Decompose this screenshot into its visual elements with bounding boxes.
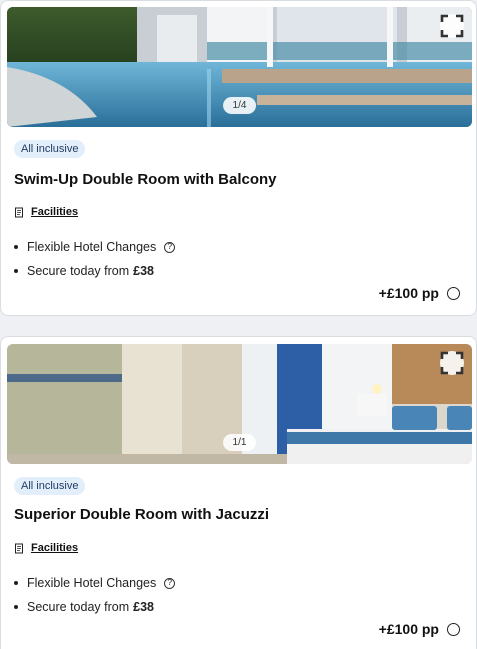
info-icon[interactable]: ? — [164, 577, 176, 589]
room-price: +£100 pp — [378, 285, 439, 301]
bullet — [14, 245, 18, 249]
select-radio-button[interactable] — [447, 286, 460, 300]
expand-photo-button[interactable] — [440, 14, 464, 38]
room-photo[interactable]: 1/4 — [7, 7, 472, 127]
bullet — [14, 605, 18, 609]
feature-list: Flexible Hotel Changes ? Secure today fr… — [14, 235, 176, 283]
list-item: Secure today from £38 — [14, 259, 175, 283]
room-card[interactable]: 1/1 All inclusive Superior Double Room w… — [0, 336, 477, 649]
photo-counter: 1/1 — [222, 434, 257, 451]
document-icon — [15, 543, 23, 553]
room-title: Swim-Up Double Room with Balcony — [14, 171, 277, 188]
expand-icon — [440, 14, 464, 38]
facilities-link[interactable]: Facilities — [14, 206, 78, 218]
select-radio-button[interactable] — [447, 622, 460, 636]
bullet — [14, 269, 18, 273]
photo-counter: 1/4 — [222, 97, 257, 114]
feature-text: Flexible Hotel Changes — [27, 576, 157, 590]
deposit-amount: £38 — [133, 600, 154, 614]
expand-photo-button[interactable] — [440, 351, 464, 375]
room-photo[interactable]: 1/1 — [7, 344, 472, 464]
info-icon[interactable]: ? — [164, 241, 176, 253]
price-select[interactable]: +£100 pp — [379, 621, 460, 637]
room-title: Superior Double Room with Jacuzzi — [14, 506, 270, 523]
feature-text: Secure today from — [27, 600, 130, 614]
board-badge: All inclusive — [14, 477, 86, 495]
deposit-amount: £38 — [133, 264, 154, 278]
feature-list: Flexible Hotel Changes ? Secure today fr… — [14, 571, 176, 619]
bullet — [14, 581, 18, 585]
facilities-label[interactable]: Facilities — [31, 542, 78, 554]
list-item: Flexible Hotel Changes ? — [14, 571, 176, 595]
feature-text: Secure today from — [27, 264, 130, 278]
expand-icon — [440, 351, 464, 375]
feature-text: Flexible Hotel Changes — [27, 240, 157, 254]
room-card[interactable]: 1/4 All inclusive Swim-Up Double Room wi… — [0, 0, 477, 316]
room-price: +£100 pp — [378, 621, 439, 637]
list-item: Secure today from £38 — [14, 595, 175, 619]
price-select[interactable]: +£100 pp — [379, 285, 460, 301]
board-badge: All inclusive — [14, 140, 86, 158]
list-item: Flexible Hotel Changes ? — [14, 235, 176, 259]
facilities-label[interactable]: Facilities — [31, 206, 78, 218]
document-icon — [15, 207, 23, 217]
facilities-link[interactable]: Facilities — [14, 542, 78, 554]
